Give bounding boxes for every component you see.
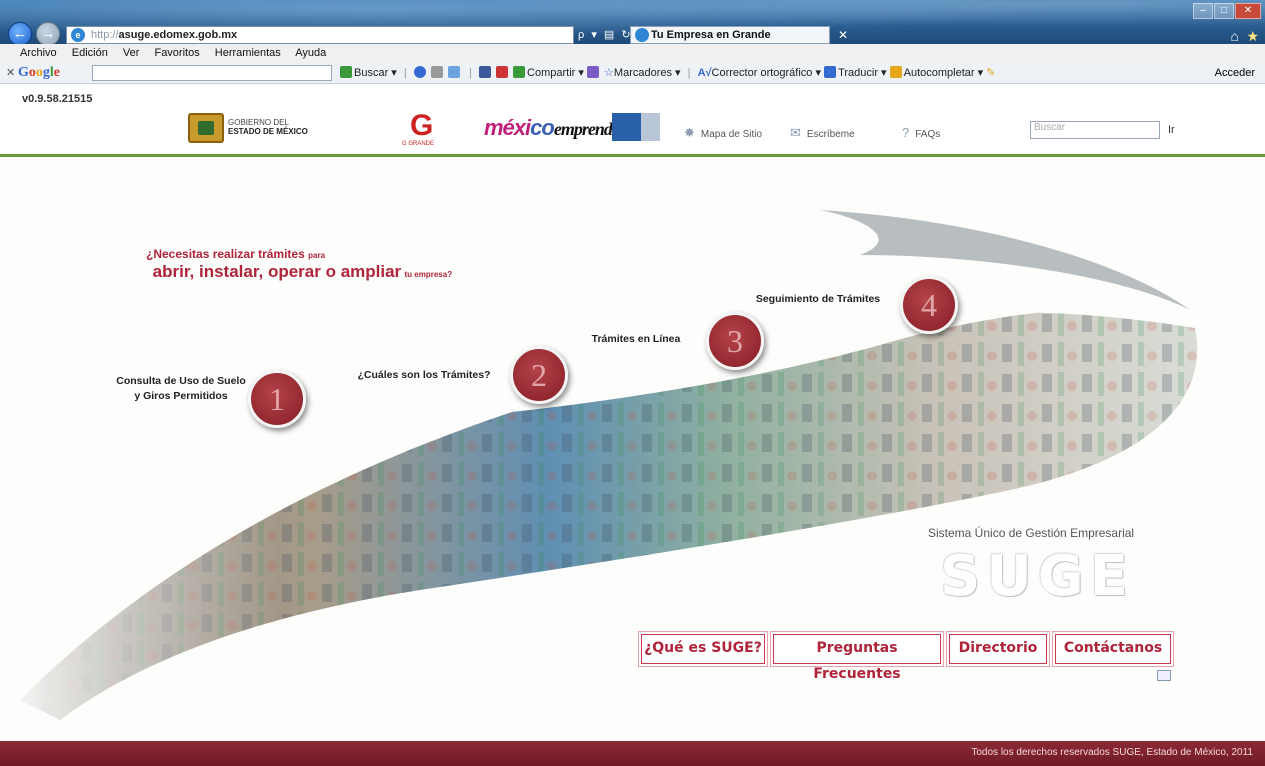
forward-button[interactable]: → — [36, 22, 60, 46]
question-icon: ? — [902, 125, 910, 140]
g-grande-text: G GRANDE — [402, 141, 435, 147]
tab-title: Tu Empresa en Grande — [651, 29, 771, 41]
gobierno-line1: GOBIERNO DEL — [228, 118, 289, 127]
mexico-emprende-logo[interactable]: méxicoemprende — [484, 115, 620, 141]
question-line1: ¿Necesitas realizar trámites — [146, 247, 305, 261]
question-line2: abrir, instalar, operar o ampliar — [152, 262, 402, 281]
step-2-label[interactable]: ¿Cuáles son los Trámites? — [334, 368, 514, 383]
contactanos-button[interactable]: Contáctanos — [1052, 631, 1174, 667]
step-1-line1: Consulta de Uso de Suelo — [116, 375, 246, 387]
window-controls: – □ ✕ — [1192, 0, 1261, 19]
question-para: para — [308, 251, 326, 260]
version-label: v0.9.58.21515 — [22, 93, 93, 105]
step-2-button[interactable]: 2 — [510, 346, 568, 404]
back-button[interactable]: ← — [8, 22, 32, 46]
mexico-emprende-part-a: méxi — [484, 115, 531, 140]
faqs-label: FAQs — [915, 129, 941, 140]
gobierno-logo-text[interactable]: GOBIERNO DEL ESTADO DE MÉXICO — [228, 118, 308, 136]
step-1-line2: y Giros Permitidos — [134, 390, 228, 402]
site-footer: Todos los derechos reservados SUGE, Esta… — [0, 741, 1265, 766]
hero-question: ¿Necesitas realizar trámites para abrir,… — [146, 246, 452, 283]
share-icon — [513, 66, 526, 78]
directorio-button[interactable]: Directorio — [946, 631, 1050, 667]
google-search-button[interactable]: Buscar ▾ — [354, 67, 397, 79]
escribeme-label: Escríbeme — [806, 129, 855, 140]
sitemap-icon: ✸ — [684, 125, 695, 140]
tab-tu-empresa[interactable]: Tu Empresa en Grande — [630, 26, 830, 44]
step-4-button[interactable]: 4 — [900, 276, 958, 334]
gmail-icon[interactable] — [495, 66, 508, 78]
question-tail: tu empresa? — [404, 270, 453, 279]
menu-herramientas[interactable]: Herramientas — [215, 47, 281, 59]
g-grande-logo-icon[interactable]: G — [410, 111, 438, 141]
autofill-button[interactable]: Autocompletar ▾ — [904, 67, 984, 79]
ie-icon: e — [71, 28, 85, 42]
google-toolbar: ✕ Google Buscar ▾ | | Compartir ▾ ☆Marca… — [0, 62, 1265, 84]
toolbar-close-icon[interactable]: ✕ — [6, 62, 15, 84]
translate-icon — [824, 66, 837, 78]
maximize-button[interactable]: □ — [1214, 3, 1234, 19]
translate-button[interactable]: Traducir ▾ — [838, 67, 887, 79]
menu-favoritos[interactable]: Favoritos — [154, 47, 199, 59]
preguntas-frecuentes-button[interactable]: Preguntas Frecuentes — [770, 631, 944, 682]
share-button[interactable]: Compartir ▾ — [527, 67, 584, 79]
signin-link[interactable]: Acceder — [1215, 62, 1255, 84]
mexico-emprende-part-c: emprende — [553, 119, 620, 139]
mapa-sitio-link[interactable]: ✸ Mapa de Sitio — [684, 125, 762, 141]
step-3-button[interactable]: 3 — [706, 312, 764, 370]
star-outline-icon: ☆ — [604, 67, 614, 79]
faqs-link[interactable]: ? FAQs — [902, 125, 940, 140]
menu-bar: Archivo Edición Ver Favoritos Herramient… — [0, 44, 1265, 62]
secretaria-economia-logo-icon[interactable] — [612, 113, 660, 141]
step-1-button[interactable]: 1 — [248, 370, 306, 428]
autofill-icon — [889, 66, 902, 78]
favorites-star-icon[interactable]: ★ — [1246, 28, 1259, 45]
mail-icon: ✉ — [790, 125, 801, 140]
puzzle-icon[interactable] — [447, 66, 460, 78]
tab-close-icon[interactable]: ✕ — [834, 26, 852, 44]
facebook-icon[interactable] — [478, 66, 491, 78]
feedback-icon[interactable] — [1157, 670, 1171, 681]
spellcheck-button[interactable]: Corrector ortográfico ▾ — [712, 67, 821, 79]
home-icon[interactable]: ⌂ — [1231, 28, 1239, 44]
url-host: asuge.edomex.gob.mx — [118, 29, 238, 41]
que-es-suge-button[interactable]: ¿Qué es SUGE? — [638, 631, 768, 667]
escribeme-link[interactable]: ✉ Escríbeme — [790, 125, 855, 141]
address-bar[interactable]: e http://asuge.edomex.gob.mx — [66, 26, 574, 44]
hero-area: ¿Necesitas realizar trámites para abrir,… — [0, 160, 1265, 740]
mapa-sitio-label: Mapa de Sitio — [700, 129, 763, 140]
suge-subtitle: Sistema Único de Gestión Empresarial — [928, 526, 1135, 540]
sidewiki-icon[interactable] — [586, 66, 599, 78]
menu-ver[interactable]: Ver — [123, 47, 140, 59]
step-3-label[interactable]: Trámites en Línea — [576, 332, 696, 347]
ie-tab-icon — [635, 28, 649, 42]
gobierno-crest-icon[interactable] — [188, 113, 224, 143]
suge-logo: SUGE — [940, 544, 1135, 609]
pencil-icon[interactable]: ✎ — [986, 67, 995, 79]
spellcheck-icon: A√ — [697, 67, 712, 79]
site-search-button[interactable]: Ir — [1168, 121, 1175, 139]
popup-icon[interactable] — [430, 66, 443, 78]
search-go-icon — [340, 66, 352, 78]
bookmarks-button[interactable]: Marcadores ▾ — [614, 67, 681, 79]
step-4-label[interactable]: Seguimiento de Trámites — [738, 292, 898, 307]
google-search-input[interactable] — [92, 65, 332, 81]
mexico-emprende-part-b: co — [530, 115, 555, 140]
footer-copyright: Todos los derechos reservados SUGE, Esta… — [971, 747, 1253, 758]
pagerank-icon[interactable] — [413, 66, 426, 78]
menu-edicion[interactable]: Edición — [72, 47, 108, 59]
site-header: v0.9.58.21515 GOBIERNO DEL ESTADO DE MÉX… — [0, 85, 1265, 157]
google-toolbar-tools: Buscar ▾ | | Compartir ▾ ☆Marcadores ▾ |… — [340, 62, 995, 84]
menu-ayuda[interactable]: Ayuda — [295, 47, 326, 59]
minimize-button[interactable]: – — [1193, 3, 1213, 19]
site-search-input[interactable]: Buscar — [1030, 121, 1160, 139]
menu-archivo[interactable]: Archivo — [20, 47, 57, 59]
google-logo: Google — [18, 65, 60, 80]
window-close-button[interactable]: ✕ — [1235, 3, 1261, 19]
browser-titlebar: ← → e http://asuge.edomex.gob.mx ρ ▾ ▤ ↻… — [0, 0, 1265, 46]
gobierno-line2: ESTADO DE MÉXICO — [228, 127, 308, 136]
step-1-label[interactable]: Consulta de Uso de Suelo y Giros Permiti… — [96, 374, 266, 404]
url-protocol: http:// — [91, 29, 119, 41]
